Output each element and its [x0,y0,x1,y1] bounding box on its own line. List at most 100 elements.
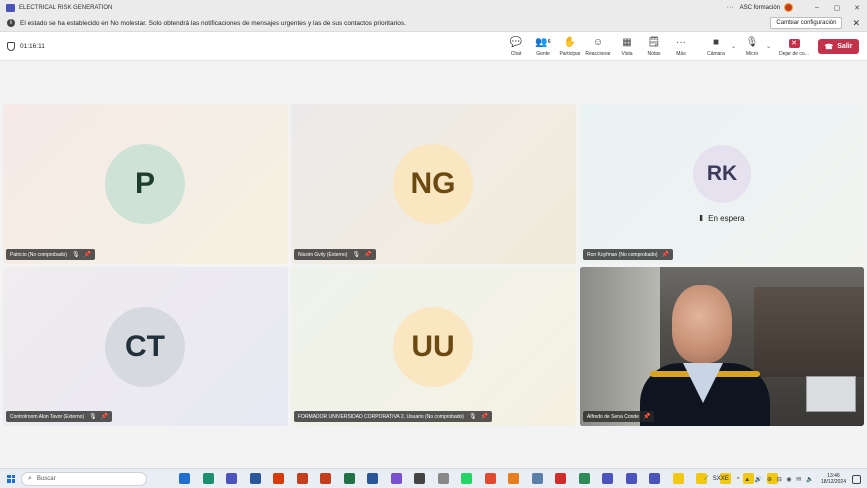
pin-icon[interactable]: 📌 [481,413,488,420]
taskbar-app-icon[interactable] [367,473,378,484]
people-label: Gente [536,51,550,57]
window-title: ELECTRICAL RISK GENERATION [19,4,113,11]
taskbar-app-icon[interactable] [414,473,425,484]
taskbar-app-icon[interactable] [273,473,284,484]
timer-text: 01:16:11 [20,43,45,50]
taskbar-app-icon[interactable] [296,473,308,484]
taskbar-app-icon[interactable] [343,473,355,484]
taskbar-app-icon[interactable] [437,473,449,484]
teams-app-icon [6,3,15,12]
notes-icon: 🗒 [647,37,661,48]
pin-icon[interactable]: 📌 [84,251,91,258]
taskbar-app-icon[interactable] [390,473,402,484]
taskbar-app-icon[interactable] [179,473,190,484]
view-button[interactable]: ▦ Vista [614,37,640,57]
taskbar-app-icon[interactable] [531,473,543,484]
more-label: Más [676,51,686,57]
taskbar-app-icon[interactable] [320,473,331,484]
stop-sharing-button[interactable]: ✕ Dejar de co... [778,37,810,57]
raise-hand-label: Participar [559,51,581,57]
participant-name-tag: Nissim Gvily (Externo) 🎙 📌 [294,249,376,260]
notification-text: El estado se ha establecido en No molest… [20,19,406,27]
org-avatar[interactable] [784,3,793,12]
mic-off-icon: 🎙 [468,414,477,420]
title-bar: ELECTRICAL RISK GENERATION ··· ASC forma… [0,0,867,15]
react-button[interactable]: ☺ Reaccionar [585,37,611,57]
mic-off-icon: 🎙 [89,414,97,420]
camera-label: Cámara [707,51,725,57]
notification-bar: i El estado se ha establecido en No mole… [0,15,867,32]
notes-button[interactable]: 🗒 Notas [641,37,667,57]
participant-tile[interactable]: P Patricio (No comprobado) 🎙 📌 [3,104,288,264]
taskbar-app-icon[interactable] [649,473,660,484]
restore-button[interactable]: ▢ [827,4,847,12]
more-icon: ··· [676,37,686,48]
clock[interactable]: 13:46 18/12/2024 [821,473,846,485]
participant-avatar: NG [393,144,473,224]
chat-button[interactable]: 💬 Chat [503,37,529,57]
clock-date: 18/12/2024 [820,479,846,485]
camera-icon: ■ [712,37,720,48]
taskbar-app-icon[interactable] [226,473,237,484]
leave-button[interactable]: ☎ Salir [818,39,859,54]
mic-button[interactable]: 🎙 Micro [739,37,765,57]
participant-name: Controlroom Alon Tavor (Externo) [10,413,85,420]
participant-tile[interactable]: NG Nissim Gvily (Externo) 🎙 📌 [291,104,576,264]
taskbar-search-input[interactable]: ⌕ Buscar [21,471,147,486]
participant-face [672,285,732,363]
org-name[interactable]: ASC formación [740,5,780,11]
taskbar-app-icon[interactable] [672,473,684,484]
minimize-button[interactable]: – [807,4,827,11]
taskbar-app-icon[interactable] [602,473,613,484]
meeting-timer: 01:16:11 [7,42,45,51]
pause-icon: II [699,214,703,223]
network-label: SXXE [712,476,729,482]
participant-avatar: CT [105,307,185,387]
windows-taskbar: ⌕ Buscar ⟋ SXXE ^ ▲ 🔊 ⊕ ⊟ ◉ ✉ 🔈 13:46 18… [0,468,867,488]
people-button[interactable]: 👥6 Gente [530,37,556,57]
participant-tile[interactable]: UU FORMADOR UNIVERSIDAD CORPORATIVA 2, U… [291,267,576,426]
search-icon: ⌕ [28,474,32,482]
notifications-icon[interactable] [852,474,861,484]
grid-view-icon: ▦ [622,37,632,48]
taskbar-app-icon[interactable] [461,473,472,484]
camera-button[interactable]: ■ Cámara [703,37,729,57]
mic-off-icon: 🎙 [352,252,361,258]
network-icon[interactable]: ⟋ [704,475,709,483]
participant-tile[interactable]: CT Controlroom Alon Tavor (Externo) 🎙 📌 [3,267,288,426]
camera-options-chevron-icon[interactable]: ⌄ [731,43,736,50]
phone-icon: ☎ [824,43,834,51]
leave-label: Salir [837,43,853,50]
more-options-icon[interactable]: ··· [727,4,734,11]
participant-avatar: UU [393,307,473,387]
close-window-button[interactable]: ✕ [847,4,867,12]
pin-icon[interactable]: 📌 [643,413,650,420]
windows-start-icon[interactable] [7,474,15,483]
close-notification-icon[interactable]: ✕ [852,18,860,29]
taskbar-app-icon[interactable] [484,473,496,484]
taskbar-app-icon[interactable] [555,473,566,484]
participant-name: Ron Koyfman (No comprobado) [587,251,658,258]
system-tray: ⟋ SXXE ^ ▲ 🔊 ⊕ ⊟ ◉ ✉ 🔈 13:46 18/12/2024 [704,469,867,488]
participant-name: Alfredo de Sena Conde [587,413,639,420]
taskbar-app-icon[interactable] [625,473,637,484]
info-icon: i [7,19,15,27]
participant-video-tile[interactable]: Alfredo de Sena Conde 📌 [580,267,864,426]
raise-hand-button[interactable]: ✋ Participar [557,37,583,57]
chat-label: Chat [510,51,522,57]
taskbar-app-icon[interactable] [578,473,590,484]
pin-icon[interactable]: 📌 [662,251,669,258]
mic-options-chevron-icon[interactable]: ⌄ [766,43,771,50]
taskbar-app-icon[interactable] [202,473,214,484]
pin-icon[interactable]: 📌 [364,251,371,258]
on-hold-label: En espera [708,214,745,223]
tray-icons[interactable]: ^ ▲ 🔊 ⊕ ⊟ ◉ ✉ 🔈 [737,476,815,483]
stop-sharing-label: Dejar de co... [779,51,809,57]
taskbar-app-icon[interactable] [249,473,261,484]
taskbar-app-icon[interactable] [508,473,519,484]
pin-icon[interactable]: 📌 [101,413,108,420]
more-button[interactable]: ··· Más [668,37,694,57]
change-settings-button[interactable]: Cambiar configuración [770,17,843,29]
participant-tile[interactable]: RK II En espera Ron Koyfman (No comproba… [580,104,864,264]
shield-icon [7,42,15,51]
